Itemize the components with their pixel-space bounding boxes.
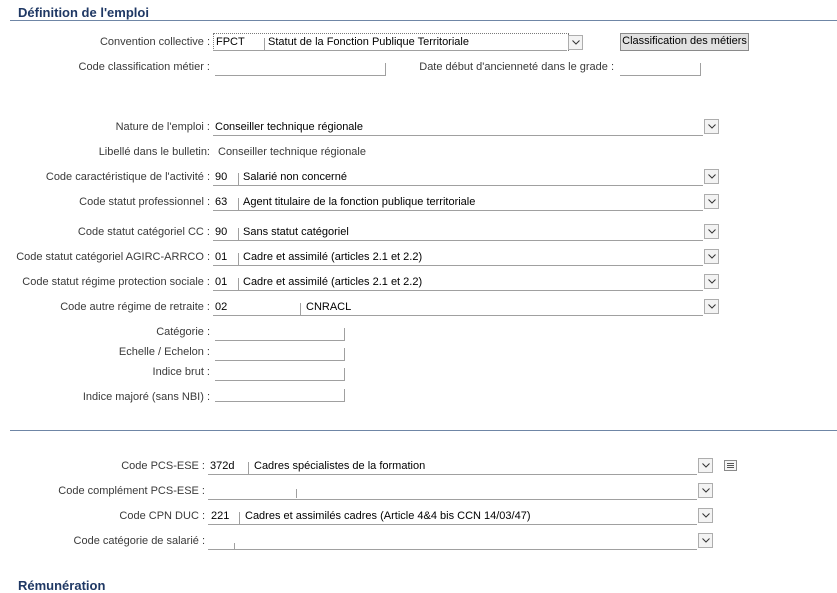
complement-label: Code complément PCS-ESE : xyxy=(58,485,205,497)
statut-pro-label: Code statut professionnel : xyxy=(79,196,210,208)
autre-regime-code: 02 xyxy=(215,301,228,313)
convention-focus-rect xyxy=(213,33,569,51)
regime-protection-underline xyxy=(213,290,703,291)
activite-underline xyxy=(213,185,703,186)
indice-brut-input[interactable] xyxy=(215,368,345,381)
date-anciennete-label: Date début d'ancienneté dans le grade : xyxy=(419,61,614,73)
chevron-down-icon xyxy=(572,40,580,45)
section-title: Définition de l'emploi xyxy=(18,5,149,20)
autre-regime-separator xyxy=(300,303,301,315)
activite-dropdown-button[interactable] xyxy=(704,169,719,184)
cpn-duc-separator xyxy=(239,512,240,524)
activite-label: Code caractéristique de l'activité : xyxy=(45,171,210,183)
cpn-duc-label: Code CPN DUC : xyxy=(119,510,205,522)
nature-value: Conseiller technique régionale xyxy=(215,121,363,133)
categorie-label: Catégorie : xyxy=(156,326,210,338)
statut-cc-separator xyxy=(238,228,239,240)
indice-majore-input[interactable] xyxy=(215,389,345,402)
statut-agirc-underline xyxy=(213,265,703,266)
chevron-down-icon xyxy=(702,488,710,493)
indice-brut-label: Indice brut : xyxy=(152,366,210,378)
remuneration-section-title: Rémunération xyxy=(18,578,106,593)
statut-cc-dropdown-button[interactable] xyxy=(704,224,719,239)
chevron-down-icon xyxy=(708,174,716,179)
categorie-salarie-dropdown-button[interactable] xyxy=(698,533,713,548)
classification-metiers-button[interactable]: Classification des métiers xyxy=(620,33,749,51)
regime-protection-dropdown-button[interactable] xyxy=(704,274,719,289)
statut-cc-value: Sans statut catégoriel xyxy=(243,226,349,238)
regime-protection-code: 01 xyxy=(215,276,228,288)
statut-pro-dropdown-button[interactable] xyxy=(704,194,719,209)
statut-pro-value: Agent titulaire de la fonction publique … xyxy=(243,196,476,208)
statut-pro-separator xyxy=(238,198,239,210)
convention-dropdown-button[interactable] xyxy=(568,35,583,50)
statut-agirc-dropdown-button[interactable] xyxy=(704,249,719,264)
categorie-salarie-label: Code catégorie de salarié : xyxy=(73,535,205,547)
cpn-duc-dropdown-button[interactable] xyxy=(698,508,713,523)
cpn-duc-value: Cadres et assimilés cadres (Article 4&4 … xyxy=(245,510,531,522)
chevron-down-icon xyxy=(708,279,716,284)
convention-underline xyxy=(213,50,567,51)
complement-dropdown-button[interactable] xyxy=(698,483,713,498)
echelle-label: Echelle / Echelon : xyxy=(118,346,210,358)
statut-pro-code: 63 xyxy=(215,196,228,208)
pcs-ese-underline xyxy=(208,474,697,475)
chevron-down-icon xyxy=(708,124,716,129)
regime-protection-label: Code statut régime protection sociale : xyxy=(22,276,210,288)
statut-agirc-code: 01 xyxy=(215,251,228,263)
autre-regime-label: Code autre régime de retraite : xyxy=(60,301,210,313)
complement-underline xyxy=(208,499,697,500)
nature-underline xyxy=(213,135,703,136)
chevron-down-icon xyxy=(708,199,716,204)
list-icon[interactable] xyxy=(724,460,737,471)
activite-separator xyxy=(238,173,239,185)
indice-majore-label: Indice majoré (sans NBI) : xyxy=(82,391,210,403)
pcs-divider xyxy=(10,430,837,431)
classification-label: Code classification métier : xyxy=(78,61,210,73)
pcs-ese-label: Code PCS-ESE : xyxy=(121,460,205,472)
echelle-input[interactable] xyxy=(215,348,345,361)
pcs-ese-value: Cadres spécialistes de la formation xyxy=(254,460,426,472)
chevron-down-icon xyxy=(702,513,710,518)
categorie-input[interactable] xyxy=(215,328,345,341)
autre-regime-underline xyxy=(213,315,703,316)
chevron-down-icon xyxy=(708,229,716,234)
statut-agirc-separator xyxy=(238,253,239,265)
cpn-duc-underline xyxy=(208,524,697,525)
chevron-down-icon xyxy=(708,254,716,259)
activite-value: Salarié non concerné xyxy=(243,171,347,183)
complement-separator xyxy=(296,489,297,498)
activite-code: 90 xyxy=(215,171,228,183)
convention-label: Convention collective : xyxy=(99,36,210,48)
statut-agirc-label: Code statut catégoriel AGIRC-ARRCO : xyxy=(16,251,210,263)
categorie-salarie-underline xyxy=(208,549,697,550)
cpn-duc-code: 221 xyxy=(211,510,230,522)
libelle-value: Conseiller technique régionale xyxy=(218,146,366,158)
pcs-ese-dropdown-button[interactable] xyxy=(698,458,713,473)
statut-cc-underline xyxy=(213,240,703,241)
pcs-ese-code: 372d xyxy=(210,460,235,472)
regime-protection-separator xyxy=(238,278,239,290)
date-anciennete-input[interactable] xyxy=(620,63,701,76)
chevron-down-icon xyxy=(702,463,710,468)
statut-cc-label: Code statut catégoriel CC : xyxy=(77,226,210,238)
classification-input[interactable] xyxy=(215,63,386,76)
section-divider xyxy=(10,20,837,21)
nature-dropdown-button[interactable] xyxy=(704,119,719,134)
chevron-down-icon xyxy=(708,304,716,309)
pcs-ese-separator xyxy=(248,462,249,474)
statut-pro-underline xyxy=(213,210,703,211)
statut-cc-code: 90 xyxy=(215,226,228,238)
statut-agirc-value: Cadre et assimilé (articles 2.1 et 2.2) xyxy=(243,251,423,263)
regime-protection-value: Cadre et assimilé (articles 2.1 et 2.2) xyxy=(243,276,423,288)
autre-regime-dropdown-button[interactable] xyxy=(704,299,719,314)
libelle-label: Libellé dans le bulletin: xyxy=(98,146,210,158)
autre-regime-value: CNRACL xyxy=(306,301,352,313)
nature-label: Nature de l'emploi : xyxy=(115,121,210,133)
chevron-down-icon xyxy=(702,538,710,543)
